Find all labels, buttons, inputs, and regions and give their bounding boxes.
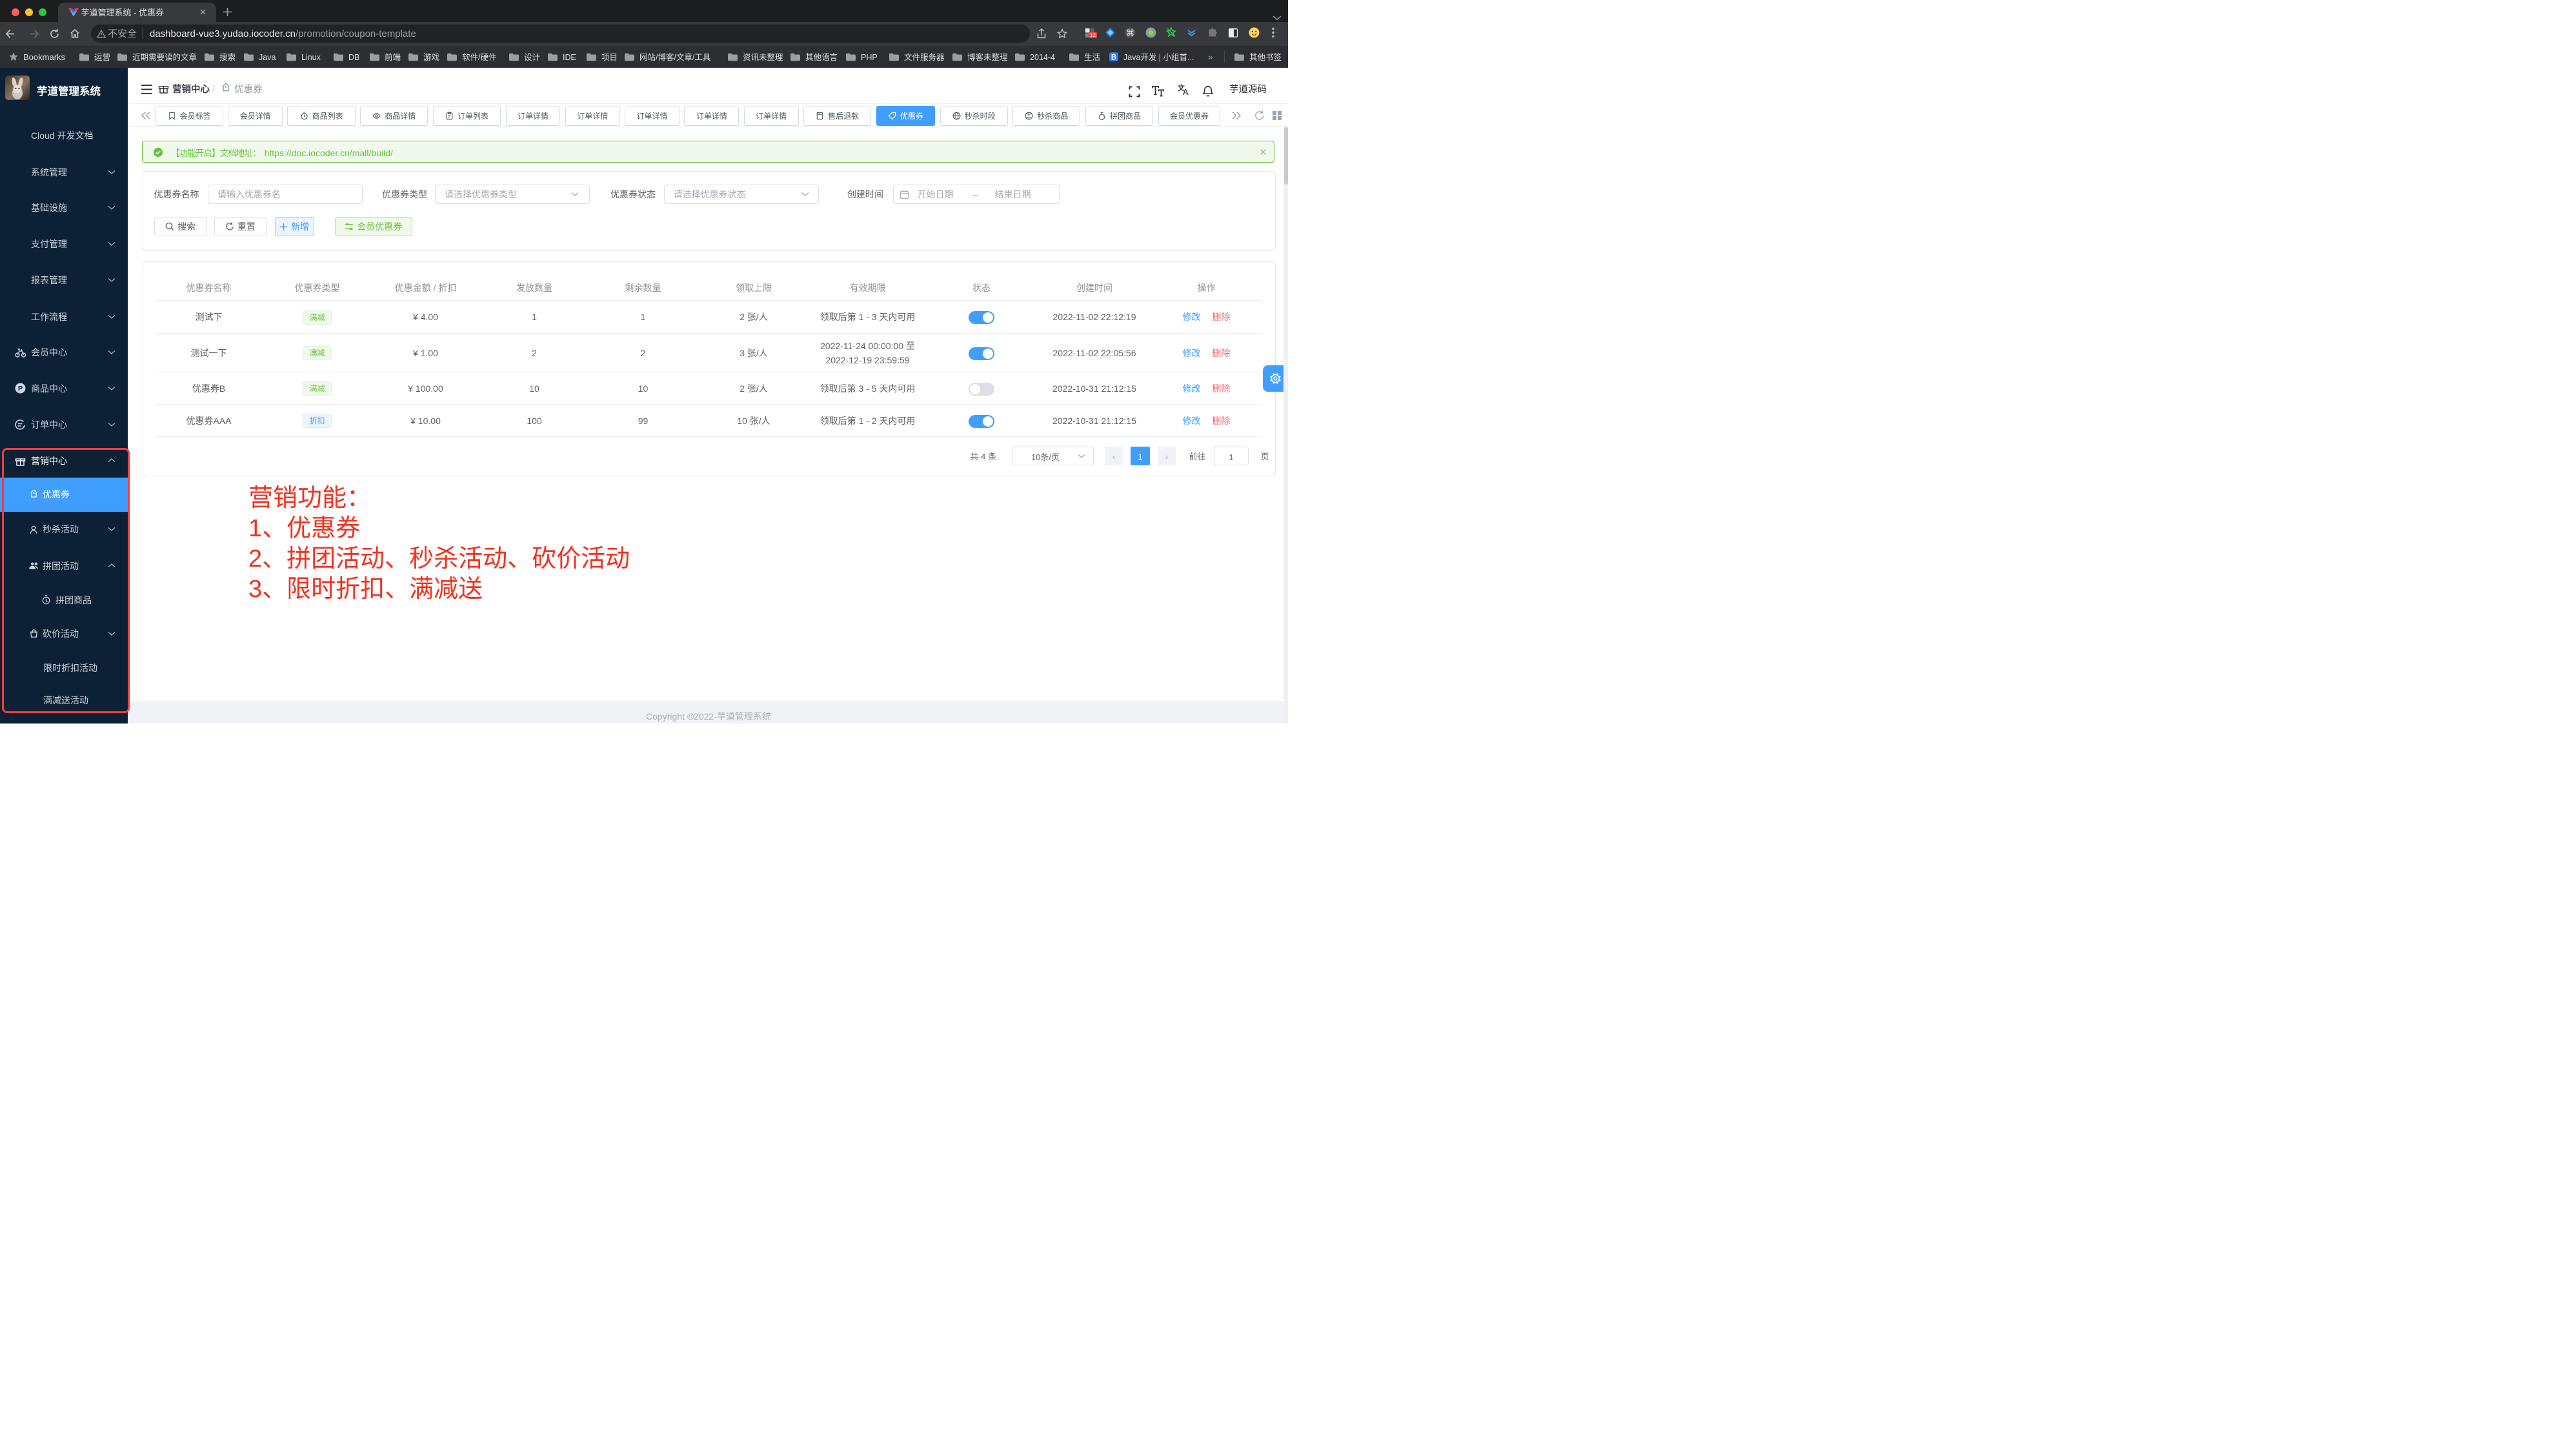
svg-text:B: B [1111, 54, 1116, 61]
svg-text:P: P [18, 385, 23, 393]
